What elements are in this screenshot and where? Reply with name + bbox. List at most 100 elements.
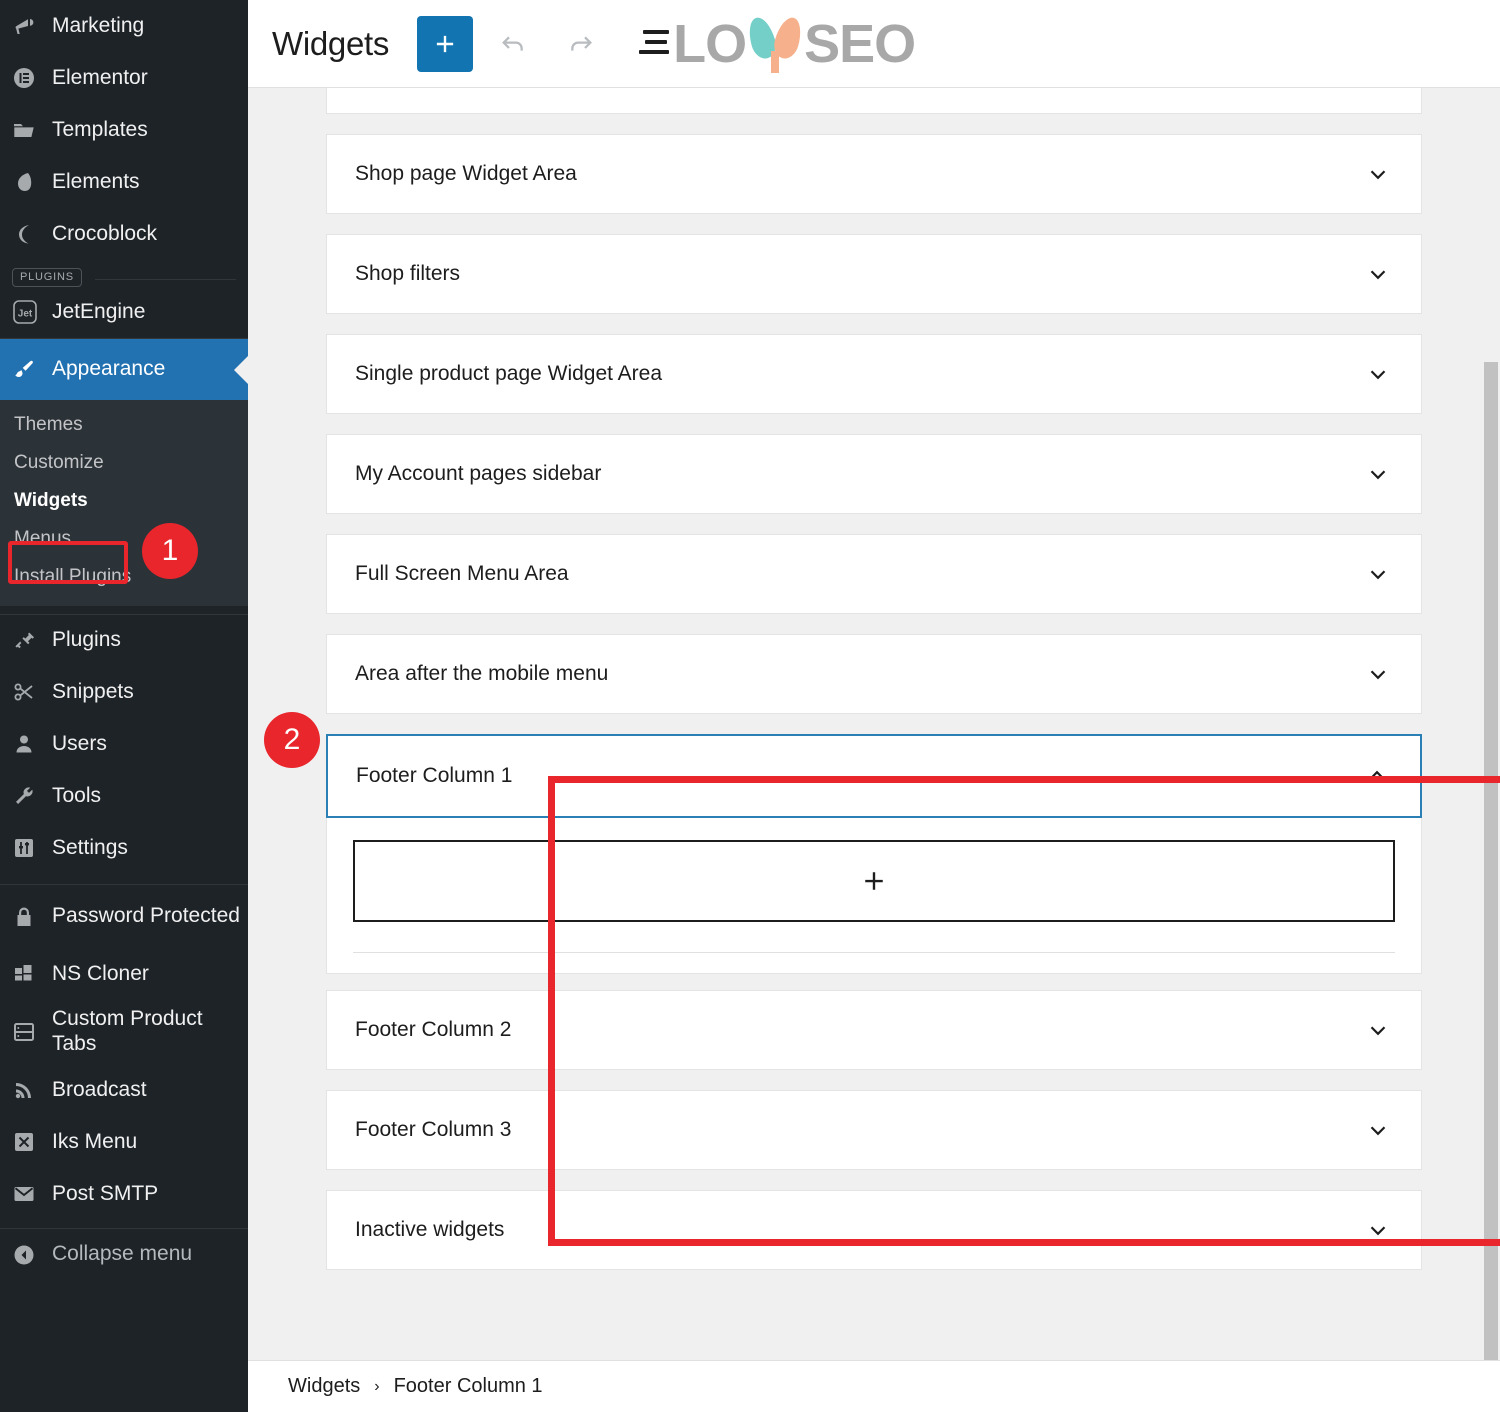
sidebar-item-crocoblock[interactable]: Crocoblock [0, 208, 248, 260]
scissors-icon [12, 680, 52, 704]
sidebar-item-users[interactable]: Users [0, 718, 248, 770]
widget-area-footer-column-3[interactable]: Footer Column 3 [326, 1090, 1422, 1170]
widget-areas-scroll-region: Shop page Widget Area Shop filters [248, 88, 1500, 1360]
sidebar-item-settings[interactable]: Settings [0, 822, 248, 874]
vertical-scrollbar-thumb[interactable] [1484, 362, 1498, 1360]
sidebar-item-post-smtp[interactable]: Post SMTP [0, 1168, 248, 1220]
submenu-item-menus[interactable]: Menus [0, 520, 248, 558]
sidebar-item-elementor[interactable]: Elementor [0, 52, 248, 104]
add-block-button[interactable] [353, 840, 1395, 922]
widget-area-footer-column-2[interactable]: Footer Column 2 [326, 990, 1422, 1070]
rss-icon [12, 1078, 52, 1102]
editor-topbar: Widgets LO SEO [248, 0, 1500, 88]
sidebar-item-iks-menu[interactable]: Iks Menu [0, 1116, 248, 1168]
sidebar-item-label: Crocoblock [52, 222, 165, 247]
breadcrumb-root[interactable]: Widgets [288, 1375, 360, 1398]
crocoblock-icon [12, 222, 52, 246]
lock-icon [12, 905, 52, 929]
widget-area-full-screen-menu[interactable]: Full Screen Menu Area [326, 534, 1422, 614]
panel-header[interactable]: Area after the mobile menu [327, 635, 1421, 713]
sidebar-item-label: Snippets [52, 680, 142, 705]
panel-header[interactable]: Shop page Widget Area [327, 135, 1421, 213]
panel-header[interactable]: Footer Column 2 [327, 991, 1421, 1069]
widget-area-after-mobile-menu[interactable]: Area after the mobile menu [326, 634, 1422, 714]
chevron-down-icon[interactable] [1365, 461, 1391, 487]
widget-area-inactive-widgets[interactable]: Inactive widgets [326, 1190, 1422, 1270]
widget-area-shop-filters[interactable]: Shop filters [326, 234, 1422, 314]
widget-area-single-product-page[interactable]: Single product page Widget Area [326, 334, 1422, 414]
elementor-icon [12, 66, 52, 90]
panel-header[interactable]: Single product page Widget Area [327, 335, 1421, 413]
sidebar-collapse-menu[interactable]: Collapse menu [0, 1228, 248, 1280]
sidebar-item-snippets[interactable]: Snippets [0, 666, 248, 718]
chevron-down-icon[interactable] [1365, 161, 1391, 187]
sidebar-item-marketing[interactable]: Marketing [0, 0, 248, 52]
sidebar-item-label: Custom Product Tabs [52, 1007, 248, 1057]
submenu-item-install-plugins[interactable]: Install Plugins [0, 558, 248, 596]
x-square-icon [12, 1130, 52, 1154]
panel-header[interactable]: Inactive widgets [327, 1191, 1421, 1269]
vertical-scrollbar-track[interactable] [1482, 176, 1500, 1308]
sidebar-item-tools[interactable]: Tools [0, 770, 248, 822]
panel-header[interactable]: Footer Column 3 [327, 1091, 1421, 1169]
widget-area-clipped-top[interactable] [326, 88, 1422, 114]
sidebar-item-label: Collapse menu [52, 1242, 200, 1267]
submenu-item-widgets[interactable]: Widgets [0, 482, 248, 520]
main-region: Widgets LO SEO [248, 0, 1500, 1412]
tabs-icon [12, 1020, 52, 1044]
sidebar-item-ns-cloner[interactable]: NS Cloner [0, 948, 248, 1000]
chevron-down-icon[interactable] [1365, 1017, 1391, 1043]
chevron-down-icon[interactable] [1365, 361, 1391, 387]
panel-title: Shop filters [355, 262, 460, 286]
annotation-badge-2: 2 [264, 712, 320, 768]
sidebar-item-label: Elements [52, 170, 148, 195]
widget-area-footer-column-1[interactable]: Footer Column 1 [326, 734, 1422, 818]
chevron-down-icon[interactable] [1365, 261, 1391, 287]
sidebar-item-label: NS Cloner [52, 962, 157, 987]
sidebar-item-custom-product-tabs[interactable]: Custom Product Tabs [0, 1000, 248, 1064]
sidebar-item-label: JetEngine [52, 300, 153, 325]
folder-icon [12, 118, 52, 142]
sidebar-item-plugins[interactable]: Plugins [0, 614, 248, 666]
panel-title: My Account pages sidebar [355, 462, 601, 486]
submenu-item-themes[interactable]: Themes [0, 406, 248, 444]
annotation-badge-1: 1 [142, 523, 198, 579]
logo-text-seo: SEO [804, 17, 915, 71]
panel-header[interactable]: Footer Column 1 [328, 736, 1420, 816]
submenu-label: Install Plugins [14, 566, 131, 587]
add-block-toolbar-button[interactable] [417, 16, 473, 72]
chevron-up-icon[interactable] [1364, 763, 1390, 789]
widget-area-my-account-sidebar[interactable]: My Account pages sidebar [326, 434, 1422, 514]
chevron-down-icon[interactable] [1365, 661, 1391, 687]
sidebar-item-label: Templates [52, 118, 156, 143]
submenu-item-customize[interactable]: Customize [0, 444, 248, 482]
sidebar-item-label: Marketing [52, 14, 152, 39]
sidebar-item-templates[interactable]: Templates [0, 104, 248, 156]
chevron-down-icon[interactable] [1365, 1217, 1391, 1243]
sidebar-item-label: Elementor [52, 66, 156, 91]
sliders-icon [12, 836, 52, 860]
chevron-down-icon[interactable] [1365, 1117, 1391, 1143]
sidebar-item-elements[interactable]: Elements [0, 156, 248, 208]
widget-area-shop-page[interactable]: Shop page Widget Area [326, 134, 1422, 214]
panel-header[interactable]: Shop filters [327, 235, 1421, 313]
loyseo-watermark-logo: LO SEO [635, 15, 915, 73]
sidebar-item-jetengine[interactable]: Jet JetEngine [0, 286, 248, 338]
breadcrumb-current[interactable]: Footer Column 1 [394, 1375, 543, 1398]
submenu-label: Widgets [14, 490, 88, 511]
sidebar-item-label: Appearance [52, 357, 173, 382]
collapse-arrow-icon [12, 1243, 52, 1267]
panel-title: Footer Column 3 [355, 1118, 511, 1142]
undo-button[interactable] [485, 16, 541, 72]
breadcrumb: Widgets › Footer Column 1 [248, 1360, 1500, 1412]
sidebar-item-broadcast[interactable]: Broadcast [0, 1064, 248, 1116]
chevron-down-icon[interactable] [1365, 561, 1391, 587]
panel-header[interactable]: My Account pages sidebar [327, 435, 1421, 513]
panel-title: Inactive widgets [355, 1218, 504, 1242]
sidebar-item-appearance[interactable]: Appearance [0, 338, 248, 400]
panel-header[interactable]: Full Screen Menu Area [327, 535, 1421, 613]
redo-button[interactable] [553, 16, 609, 72]
submenu-label: Customize [14, 452, 104, 473]
sidebar-item-password-protected[interactable]: Password Protected [0, 884, 248, 948]
logo-text-lo: LO [673, 17, 746, 71]
